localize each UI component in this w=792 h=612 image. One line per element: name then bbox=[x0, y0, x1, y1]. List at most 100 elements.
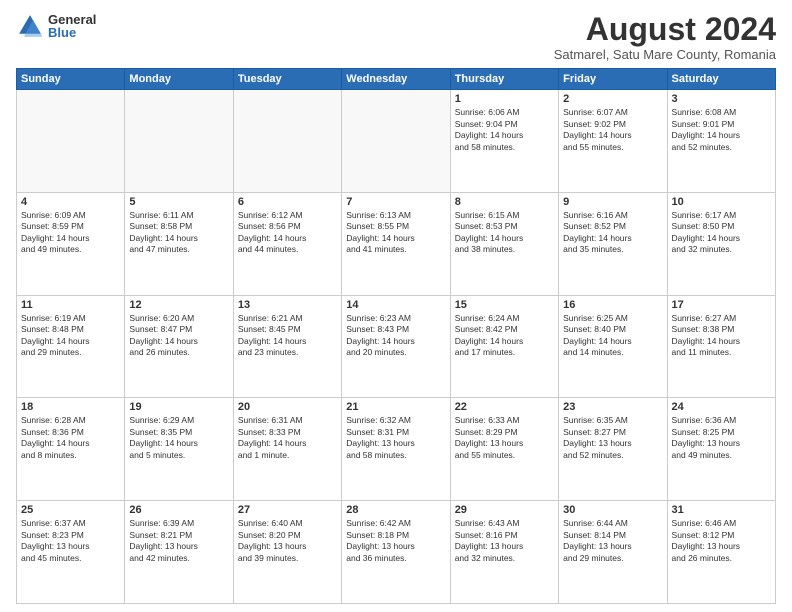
day-info: Sunrise: 6:16 AM Sunset: 8:52 PM Dayligh… bbox=[563, 210, 662, 256]
day-number: 23 bbox=[563, 401, 662, 413]
day-info: Sunrise: 6:29 AM Sunset: 8:35 PM Dayligh… bbox=[129, 415, 228, 461]
day-number: 18 bbox=[21, 401, 120, 413]
cell-2-5: 16 Sunrise: 6:25 AM Sunset: 8:40 PM Dayli… bbox=[559, 295, 667, 398]
day-info: Sunrise: 6:23 AM Sunset: 8:43 PM Dayligh… bbox=[346, 313, 445, 359]
day-info: Sunrise: 6:33 AM Sunset: 8:29 PM Dayligh… bbox=[455, 415, 554, 461]
day-info: Sunrise: 6:42 AM Sunset: 8:18 PM Dayligh… bbox=[346, 518, 445, 564]
day-number: 2 bbox=[563, 93, 662, 105]
cell-2-4: 15 Sunrise: 6:24 AM Sunset: 8:42 PM Dayli… bbox=[450, 295, 558, 398]
cell-0-1 bbox=[125, 90, 233, 193]
cell-0-6: 3 Sunrise: 6:08 AM Sunset: 9:01 PM Daylig… bbox=[667, 90, 775, 193]
day-info: Sunrise: 6:32 AM Sunset: 8:31 PM Dayligh… bbox=[346, 415, 445, 461]
day-info: Sunrise: 6:39 AM Sunset: 8:21 PM Dayligh… bbox=[129, 518, 228, 564]
cell-4-6: 31 Sunrise: 6:46 AM Sunset: 8:12 PM Dayli… bbox=[667, 501, 775, 604]
day-number: 22 bbox=[455, 401, 554, 413]
day-number: 12 bbox=[129, 299, 228, 311]
day-info: Sunrise: 6:20 AM Sunset: 8:47 PM Dayligh… bbox=[129, 313, 228, 359]
day-number: 10 bbox=[672, 196, 771, 208]
col-wednesday: Wednesday bbox=[342, 69, 450, 90]
week-row-1: 1 Sunrise: 6:06 AM Sunset: 9:04 PM Daylig… bbox=[17, 90, 776, 193]
cell-0-0 bbox=[17, 90, 125, 193]
day-number: 4 bbox=[21, 196, 120, 208]
day-info: Sunrise: 6:08 AM Sunset: 9:01 PM Dayligh… bbox=[672, 107, 771, 153]
cell-0-3 bbox=[342, 90, 450, 193]
cell-3-5: 23 Sunrise: 6:35 AM Sunset: 8:27 PM Dayli… bbox=[559, 398, 667, 501]
day-number: 27 bbox=[238, 504, 337, 516]
day-info: Sunrise: 6:24 AM Sunset: 8:42 PM Dayligh… bbox=[455, 313, 554, 359]
day-info: Sunrise: 6:19 AM Sunset: 8:48 PM Dayligh… bbox=[21, 313, 120, 359]
day-number: 7 bbox=[346, 196, 445, 208]
cell-3-1: 19Sunrise: 6:29 AM Sunset: 8:35 PM Dayli… bbox=[125, 398, 233, 501]
day-number: 25 bbox=[21, 504, 120, 516]
cell-2-0: 11Sunrise: 6:19 AM Sunset: 8:48 PM Dayli… bbox=[17, 295, 125, 398]
day-info: Sunrise: 6:46 AM Sunset: 8:12 PM Dayligh… bbox=[672, 518, 771, 564]
day-info: Sunrise: 6:06 AM Sunset: 9:04 PM Dayligh… bbox=[455, 107, 554, 153]
cell-4-1: 26Sunrise: 6:39 AM Sunset: 8:21 PM Dayli… bbox=[125, 501, 233, 604]
cell-4-0: 25 Sunrise: 6:37 AM Sunset: 8:23 PM Dayli… bbox=[17, 501, 125, 604]
day-number: 3 bbox=[672, 93, 771, 105]
cell-0-4: 1 Sunrise: 6:06 AM Sunset: 9:04 PM Daylig… bbox=[450, 90, 558, 193]
cell-2-2: 13Sunrise: 6:21 AM Sunset: 8:45 PM Dayli… bbox=[233, 295, 341, 398]
col-friday: Friday bbox=[559, 69, 667, 90]
cell-1-1: 5 Sunrise: 6:11 AM Sunset: 8:58 PM Daylig… bbox=[125, 192, 233, 295]
cell-3-6: 24Sunrise: 6:36 AM Sunset: 8:25 PM Dayli… bbox=[667, 398, 775, 501]
cell-1-0: 4 Sunrise: 6:09 AM Sunset: 8:59 PM Daylig… bbox=[17, 192, 125, 295]
day-info: Sunrise: 6:37 AM Sunset: 8:23 PM Dayligh… bbox=[21, 518, 120, 564]
title-block: August 2024 Satmarel, Satu Mare County, … bbox=[554, 12, 776, 62]
week-row-5: 25 Sunrise: 6:37 AM Sunset: 8:23 PM Dayli… bbox=[17, 501, 776, 604]
logo: General Blue bbox=[16, 12, 96, 40]
day-info: Sunrise: 6:28 AM Sunset: 8:36 PM Dayligh… bbox=[21, 415, 120, 461]
day-info: Sunrise: 6:13 AM Sunset: 8:55 PM Dayligh… bbox=[346, 210, 445, 256]
day-info: Sunrise: 6:11 AM Sunset: 8:58 PM Dayligh… bbox=[129, 210, 228, 256]
day-info: Sunrise: 6:31 AM Sunset: 8:33 PM Dayligh… bbox=[238, 415, 337, 461]
day-info: Sunrise: 6:17 AM Sunset: 8:50 PM Dayligh… bbox=[672, 210, 771, 256]
cell-0-5: 2Sunrise: 6:07 AM Sunset: 9:02 PM Daylig… bbox=[559, 90, 667, 193]
page: General Blue August 2024 Satmarel, Satu … bbox=[0, 0, 792, 612]
cell-1-3: 7 Sunrise: 6:13 AM Sunset: 8:55 PM Daylig… bbox=[342, 192, 450, 295]
day-info: Sunrise: 6:15 AM Sunset: 8:53 PM Dayligh… bbox=[455, 210, 554, 256]
cell-2-6: 17 Sunrise: 6:27 AM Sunset: 8:38 PM Dayli… bbox=[667, 295, 775, 398]
cell-4-4: 29Sunrise: 6:43 AM Sunset: 8:16 PM Dayli… bbox=[450, 501, 558, 604]
day-number: 1 bbox=[455, 93, 554, 105]
col-saturday: Saturday bbox=[667, 69, 775, 90]
cell-1-4: 8Sunrise: 6:15 AM Sunset: 8:53 PM Daylig… bbox=[450, 192, 558, 295]
cell-1-2: 6Sunrise: 6:12 AM Sunset: 8:56 PM Daylig… bbox=[233, 192, 341, 295]
week-row-2: 4 Sunrise: 6:09 AM Sunset: 8:59 PM Daylig… bbox=[17, 192, 776, 295]
cell-4-2: 27 Sunrise: 6:40 AM Sunset: 8:20 PM Dayli… bbox=[233, 501, 341, 604]
col-sunday: Sunday bbox=[17, 69, 125, 90]
subtitle: Satmarel, Satu Mare County, Romania bbox=[554, 47, 776, 62]
day-number: 29 bbox=[455, 504, 554, 516]
day-info: Sunrise: 6:40 AM Sunset: 8:20 PM Dayligh… bbox=[238, 518, 337, 564]
day-info: Sunrise: 6:12 AM Sunset: 8:56 PM Dayligh… bbox=[238, 210, 337, 256]
header: General Blue August 2024 Satmarel, Satu … bbox=[16, 12, 776, 62]
cell-2-1: 12 Sunrise: 6:20 AM Sunset: 8:47 PM Dayli… bbox=[125, 295, 233, 398]
day-number: 13 bbox=[238, 299, 337, 311]
day-number: 14 bbox=[346, 299, 445, 311]
header-row: Sunday Monday Tuesday Wednesday Thursday… bbox=[17, 69, 776, 90]
cell-3-4: 22 Sunrise: 6:33 AM Sunset: 8:29 PM Dayli… bbox=[450, 398, 558, 501]
day-number: 15 bbox=[455, 299, 554, 311]
day-number: 31 bbox=[672, 504, 771, 516]
cell-3-2: 20 Sunrise: 6:31 AM Sunset: 8:33 PM Dayli… bbox=[233, 398, 341, 501]
logo-blue: Blue bbox=[48, 26, 96, 39]
cell-4-3: 28Sunrise: 6:42 AM Sunset: 8:18 PM Dayli… bbox=[342, 501, 450, 604]
day-number: 16 bbox=[563, 299, 662, 311]
day-info: Sunrise: 6:35 AM Sunset: 8:27 PM Dayligh… bbox=[563, 415, 662, 461]
col-monday: Monday bbox=[125, 69, 233, 90]
cell-3-3: 21 Sunrise: 6:32 AM Sunset: 8:31 PM Dayli… bbox=[342, 398, 450, 501]
day-number: 5 bbox=[129, 196, 228, 208]
logo-icon bbox=[16, 12, 44, 40]
calendar-table: Sunday Monday Tuesday Wednesday Thursday… bbox=[16, 68, 776, 604]
day-number: 17 bbox=[672, 299, 771, 311]
main-title: August 2024 bbox=[554, 12, 776, 47]
day-number: 20 bbox=[238, 401, 337, 413]
cell-4-5: 30Sunrise: 6:44 AM Sunset: 8:14 PM Dayli… bbox=[559, 501, 667, 604]
day-number: 21 bbox=[346, 401, 445, 413]
week-row-4: 18 Sunrise: 6:28 AM Sunset: 8:36 PM Dayli… bbox=[17, 398, 776, 501]
col-thursday: Thursday bbox=[450, 69, 558, 90]
day-info: Sunrise: 6:09 AM Sunset: 8:59 PM Dayligh… bbox=[21, 210, 120, 256]
day-info: Sunrise: 6:25 AM Sunset: 8:40 PM Dayligh… bbox=[563, 313, 662, 359]
cell-1-6: 10 Sunrise: 6:17 AM Sunset: 8:50 PM Dayli… bbox=[667, 192, 775, 295]
day-info: Sunrise: 6:27 AM Sunset: 8:38 PM Dayligh… bbox=[672, 313, 771, 359]
day-number: 9 bbox=[563, 196, 662, 208]
